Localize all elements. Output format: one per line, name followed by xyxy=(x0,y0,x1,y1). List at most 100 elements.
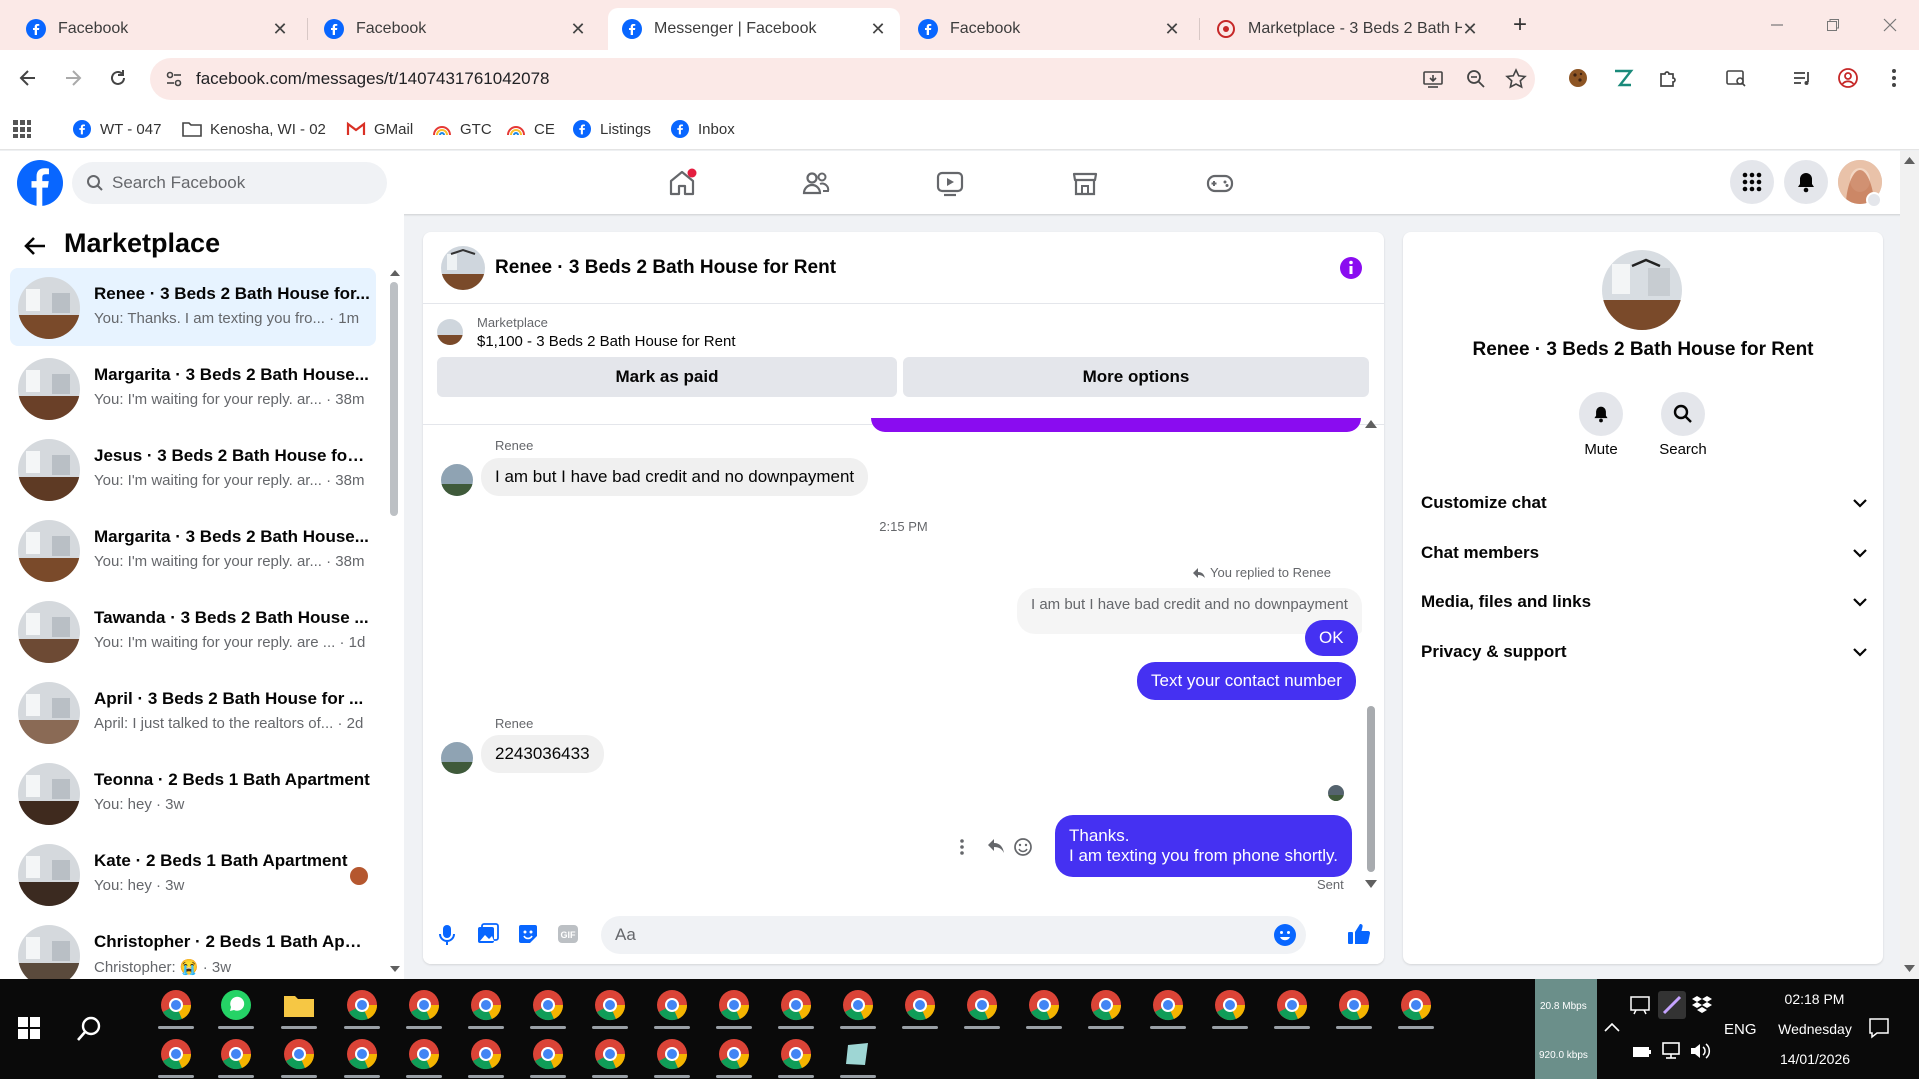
whatsapp-icon[interactable] xyxy=(214,983,258,1029)
chevron-down-icon[interactable] xyxy=(1866,192,1882,208)
chrome-app-icon[interactable] xyxy=(214,1032,258,1078)
language-indicator[interactable]: ENG xyxy=(1724,1021,1757,1038)
scroll-up-arrow[interactable] xyxy=(1365,420,1377,428)
facebook-search-input[interactable]: Search Facebook xyxy=(72,162,387,204)
page-scrollbar[interactable] xyxy=(1900,151,1919,979)
chrome-app-icon[interactable] xyxy=(774,1032,818,1078)
pen-app-icon[interactable] xyxy=(1658,991,1686,1019)
more-options-button[interactable]: More options xyxy=(903,357,1369,397)
battery-icon[interactable] xyxy=(1632,1045,1652,1059)
scroll-up-arrow[interactable] xyxy=(390,270,400,276)
chrome-app-icon[interactable] xyxy=(526,1032,570,1078)
outgoing-message-selected[interactable]: Thanks. I am texting you from phone shor… xyxy=(1055,815,1352,877)
chrome-app-icon[interactable] xyxy=(1146,983,1190,1029)
chat-scrollbar[interactable] xyxy=(1367,706,1375,872)
microphone-icon[interactable] xyxy=(437,924,457,946)
chrome-app-icon[interactable] xyxy=(340,1032,384,1078)
puzzle-icon[interactable] xyxy=(1654,64,1682,92)
profile-icon[interactable] xyxy=(1834,64,1862,92)
chrome-app-icon[interactable] xyxy=(277,1032,321,1078)
forward-icon[interactable] xyxy=(55,60,91,96)
bookmark-item[interactable]: Inbox xyxy=(670,116,735,142)
conversation-item[interactable]: Renee · 3 Beds 2 Bath House for... You: T… xyxy=(10,268,376,346)
bookmark-item[interactable]: Kenosha, WI - 02 xyxy=(182,116,326,142)
marketplace-icon[interactable] xyxy=(1055,163,1115,203)
more-actions-icon[interactable] xyxy=(959,838,965,856)
chrome-app-icon[interactable] xyxy=(1022,983,1066,1029)
list-scrollbar[interactable] xyxy=(390,282,398,516)
conversation-item[interactable]: Kate · 2 Beds 1 Bath Apartment You: hey ·… xyxy=(10,835,376,913)
chrome-app-icon[interactable] xyxy=(774,983,818,1029)
media-files-links-section[interactable]: Media, files and links xyxy=(1421,584,1867,620)
chrome-app-icon[interactable] xyxy=(712,1032,756,1078)
taskbar-search-icon[interactable] xyxy=(76,1015,104,1043)
contact-avatar[interactable] xyxy=(441,246,485,290)
photo-gallery-icon[interactable] xyxy=(477,923,499,945)
conversation-item[interactable]: Margarita · 3 Beds 2 Bath House... You: I… xyxy=(10,511,376,589)
chrome-app-icon[interactable] xyxy=(650,983,694,1029)
info-icon[interactable] xyxy=(1339,256,1363,280)
install-app-icon[interactable] xyxy=(1422,68,1444,90)
chrome-app-icon[interactable] xyxy=(1270,983,1314,1029)
scroll-up-arrow[interactable] xyxy=(1904,157,1915,164)
contact-profile-avatar[interactable] xyxy=(1602,250,1682,330)
bookmark-item[interactable]: CE xyxy=(506,116,555,142)
browser-tab[interactable]: Marketplace - 3 Beds 2 Bath Ho ✕ xyxy=(1202,8,1492,50)
video-icon[interactable] xyxy=(920,163,980,203)
chrome-app-icon[interactable] xyxy=(588,1032,632,1078)
search-icon[interactable] xyxy=(1661,392,1705,436)
chrome-app-icon[interactable] xyxy=(1084,983,1128,1029)
outgoing-message[interactable]: Text your contact number xyxy=(1137,662,1356,700)
browser-tab[interactable]: Facebook ✕ xyxy=(12,8,302,50)
site-settings-icon[interactable] xyxy=(164,69,184,89)
chrome-app-icon[interactable] xyxy=(588,983,632,1029)
chrome-app-icon[interactable] xyxy=(898,983,942,1029)
mute-bell-icon[interactable] xyxy=(1579,392,1623,436)
restore-icon[interactable] xyxy=(1818,10,1848,40)
gaming-icon[interactable] xyxy=(1190,163,1250,203)
screen-share-icon[interactable] xyxy=(1630,995,1652,1015)
conversation-item[interactable]: Tawanda · 3 Beds 2 Bath House ... You: I'… xyxy=(10,592,376,670)
facebook-logo-icon[interactable] xyxy=(17,160,63,206)
chrome-app-icon[interactable] xyxy=(960,983,1004,1029)
notification-center-icon[interactable] xyxy=(1868,1017,1890,1039)
browser-tab[interactable]: Facebook ✕ xyxy=(904,8,1194,50)
chrome-app-icon[interactable] xyxy=(154,1032,198,1078)
show-hidden-icons[interactable] xyxy=(1604,1022,1620,1032)
menu-dots-icon[interactable] xyxy=(1880,64,1908,92)
reply-icon[interactable] xyxy=(987,838,1005,854)
bookmark-star-icon[interactable] xyxy=(1505,68,1527,90)
privacy-support-section[interactable]: Privacy & support xyxy=(1421,634,1867,670)
tab-search-icon[interactable] xyxy=(1722,64,1750,92)
outgoing-message[interactable]: OK xyxy=(1305,620,1358,656)
listing-title[interactable]: $1,100 - 3 Beds 2 Bath House for Rent xyxy=(477,333,736,350)
windows-start-icon[interactable] xyxy=(18,1017,40,1039)
customize-chat-section[interactable]: Customize chat xyxy=(1421,485,1867,521)
extension-icon[interactable] xyxy=(1609,64,1637,92)
minimize-icon[interactable] xyxy=(1762,10,1792,40)
notifications-bell-icon[interactable] xyxy=(1784,160,1828,204)
chrome-app-icon[interactable] xyxy=(340,983,384,1029)
react-emoji-icon[interactable] xyxy=(1013,837,1033,857)
file-explorer-icon[interactable] xyxy=(277,983,321,1029)
apps-grid-icon[interactable] xyxy=(12,116,32,142)
chrome-app-icon[interactable] xyxy=(650,1032,694,1078)
back-icon[interactable] xyxy=(10,60,46,96)
gif-icon[interactable]: GIF xyxy=(557,924,579,944)
sticker-icon[interactable] xyxy=(517,923,539,945)
contact-avatar[interactable] xyxy=(441,464,473,496)
chrome-app-icon[interactable] xyxy=(402,1032,446,1078)
chrome-app-icon[interactable] xyxy=(526,983,570,1029)
media-control-icon[interactable] xyxy=(1788,64,1816,92)
scroll-down-arrow[interactable] xyxy=(1904,965,1915,972)
menu-grid-icon[interactable] xyxy=(1730,160,1774,204)
dropbox-icon[interactable] xyxy=(1692,995,1712,1013)
conversation-item[interactable]: Margarita · 3 Beds 2 Bath House... You: I… xyxy=(10,349,376,427)
conversation-item[interactable]: Teonna · 2 Beds 1 Bath Apartment You: hey… xyxy=(10,754,376,832)
notes-app-icon[interactable] xyxy=(836,1032,880,1078)
message-input[interactable]: Aa xyxy=(601,916,1306,954)
new-tab-button[interactable]: + xyxy=(1505,10,1535,40)
chrome-app-icon[interactable] xyxy=(836,983,880,1029)
chrome-app-icon[interactable] xyxy=(402,983,446,1029)
network-icon[interactable] xyxy=(1660,1042,1682,1060)
